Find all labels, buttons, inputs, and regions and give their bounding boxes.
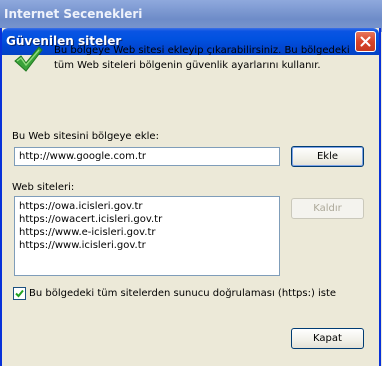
- add-site-input[interactable]: http://www.google.com.tr: [14, 147, 280, 166]
- list-item[interactable]: https://www.e-icisleri.gov.tr: [19, 226, 275, 239]
- parent-window-title: Internet Secenekleri: [4, 7, 143, 21]
- list-item[interactable]: https://owacert.icisleri.gov.tr: [19, 213, 275, 226]
- require-https-checkbox[interactable]: [13, 286, 26, 300]
- websites-label: Web siteleri:: [12, 182, 75, 193]
- require-https-label: Bu bölgedeki tüm sitelerden sunucu doğru…: [29, 287, 337, 299]
- add-site-label: Bu Web sitesini bölgeye ekle:: [12, 131, 159, 142]
- websites-list[interactable]: https://owa.icisleri.gov.tr https://owac…: [14, 196, 280, 276]
- require-https-option[interactable]: Bu bölgedeki tüm sitelerden sunucu doğru…: [13, 286, 336, 300]
- remove-button[interactable]: Kaldır: [291, 198, 364, 219]
- zone-description: Bu bölgeye Web sitesi ekleyip çıkarabili…: [54, 45, 350, 71]
- list-item[interactable]: https://owa.icisleri.gov.tr: [19, 200, 275, 213]
- checkmark-icon: [14, 46, 43, 72]
- add-button[interactable]: Ekle: [291, 146, 364, 167]
- checkbox-check-icon: [15, 289, 24, 297]
- close-button[interactable]: Kapat: [291, 328, 364, 349]
- list-item[interactable]: https://www.icisleri.gov.tr: [19, 239, 275, 252]
